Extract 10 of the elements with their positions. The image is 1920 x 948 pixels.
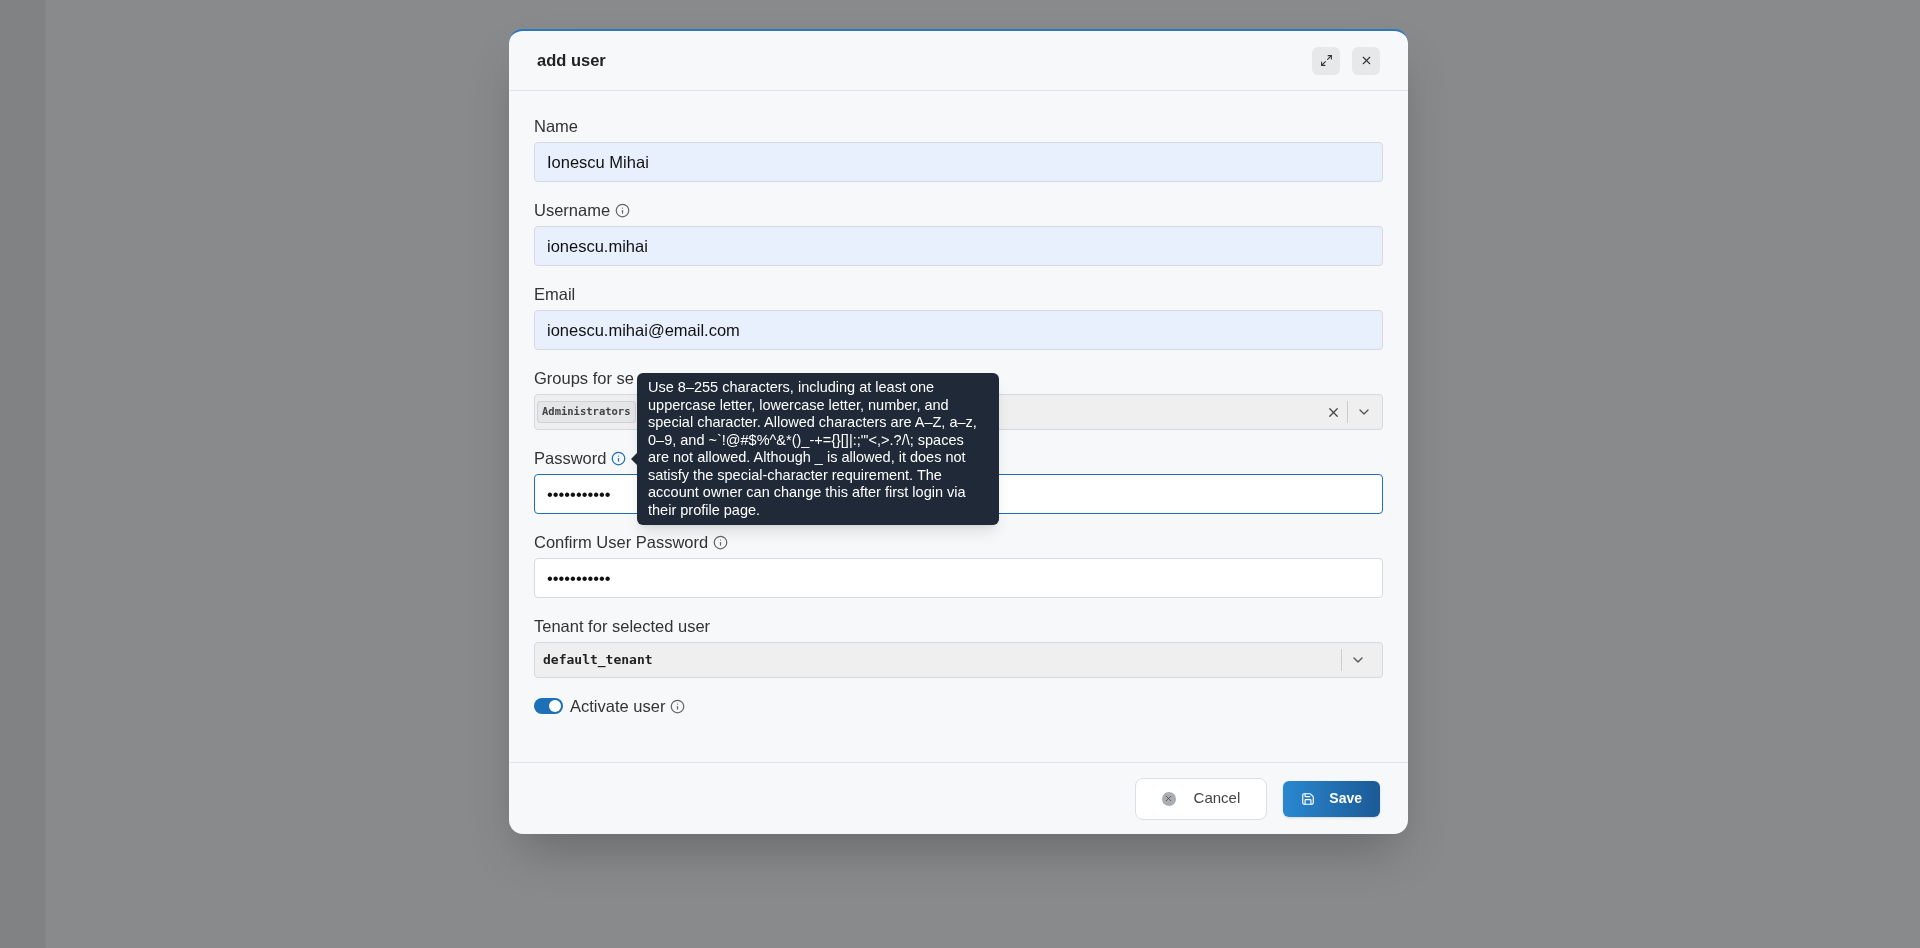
field-label: Email [534,283,576,305]
dialog-title: add user [537,50,607,72]
field-label: Password [534,447,607,469]
field-label: Name [534,115,578,137]
select-value: default_tenant [543,651,654,670]
field-label: Tenant for selected user [534,615,711,637]
field-label: Username [534,199,611,221]
field-label: Groups for se [534,367,634,389]
toggle-label: Activate user [570,696,666,717]
field-label: Confirm User Password [534,531,709,553]
